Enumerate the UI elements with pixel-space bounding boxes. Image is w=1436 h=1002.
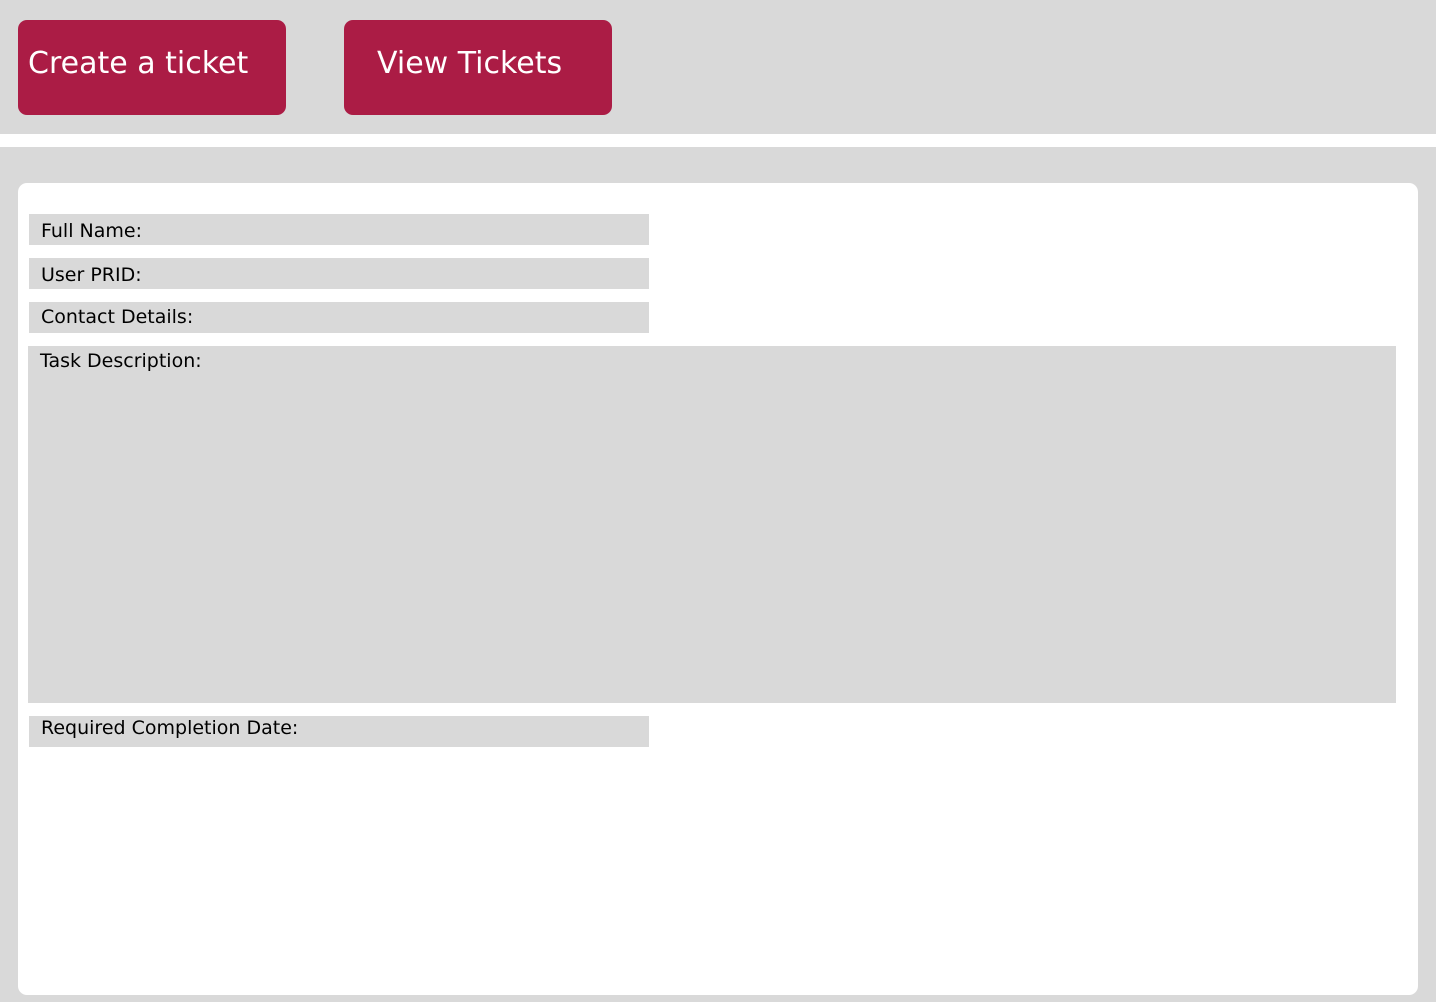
required-completion-date-field[interactable]: Required Completion Date: [29,716,649,747]
view-tickets-button[interactable]: View Tickets [344,20,612,115]
task-description-label: Task Description: [40,350,202,372]
required-completion-date-label: Required Completion Date: [41,717,299,739]
create-ticket-button[interactable]: Create a ticket [18,20,286,115]
task-description-field[interactable]: Task Description: [28,346,1396,703]
main-area: Full Name: User PRID: Contact Details: T… [0,147,1436,1002]
top-nav-bar: Create a ticket View Tickets [0,0,1436,134]
ticket-form-card: Full Name: User PRID: Contact Details: T… [18,183,1418,995]
contact-details-label: Contact Details: [41,306,194,328]
full-name-field[interactable]: Full Name: [29,214,649,245]
full-name-label: Full Name: [41,220,142,242]
user-prid-label: User PRID: [41,264,142,286]
user-prid-field[interactable]: User PRID: [29,258,649,289]
contact-details-field[interactable]: Contact Details: [29,302,649,333]
